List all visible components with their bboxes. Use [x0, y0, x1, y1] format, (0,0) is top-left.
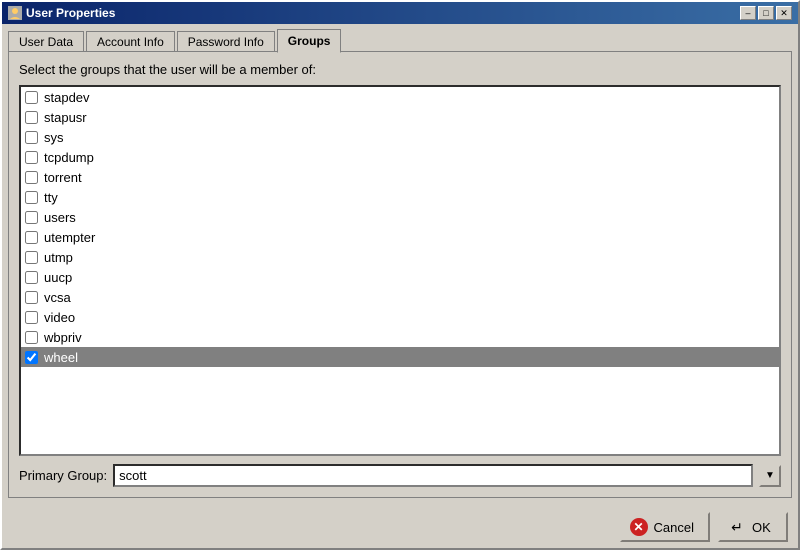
close-button[interactable]: ✕	[776, 6, 792, 20]
group-checkbox[interactable]	[25, 171, 38, 184]
window-title: User Properties	[26, 6, 115, 20]
list-item[interactable]: torrent	[21, 167, 779, 187]
maximize-button[interactable]: □	[758, 6, 774, 20]
primary-group-input[interactable]	[113, 464, 753, 487]
ok-button[interactable]: ↵ OK	[718, 512, 788, 542]
button-row: ✕ Cancel ↵ OK	[2, 504, 798, 548]
group-checkbox[interactable]	[25, 271, 38, 284]
tab-account-info[interactable]: Account Info	[86, 31, 175, 53]
list-item[interactable]: wheel	[21, 347, 779, 367]
ok-icon: ↵	[728, 518, 746, 536]
primary-group-label: Primary Group:	[19, 468, 107, 483]
cancel-label: Cancel	[654, 520, 694, 535]
list-item[interactable]: video	[21, 307, 779, 327]
ok-label: OK	[752, 520, 771, 535]
group-checkbox[interactable]	[25, 351, 38, 364]
group-name: utmp	[44, 250, 73, 265]
group-name: video	[44, 310, 75, 325]
group-checkbox[interactable]	[25, 291, 38, 304]
title-bar: User Properties – □ ✕	[2, 2, 798, 24]
group-checkbox[interactable]	[25, 191, 38, 204]
primary-group-dropdown[interactable]: ▼	[759, 465, 781, 487]
main-content: User Data Account Info Password Info Gro…	[2, 24, 798, 504]
list-item[interactable]: tcpdump	[21, 147, 779, 167]
tab-password-info[interactable]: Password Info	[177, 31, 275, 53]
minimize-button[interactable]: –	[740, 6, 756, 20]
list-item[interactable]: tty	[21, 187, 779, 207]
group-name: tty	[44, 190, 58, 205]
group-checkbox[interactable]	[25, 91, 38, 104]
cancel-icon: ✕	[630, 518, 648, 536]
user-properties-window: User Properties – □ ✕ User Data Account …	[0, 0, 800, 550]
group-checkbox[interactable]	[25, 131, 38, 144]
list-item[interactable]: uucp	[21, 267, 779, 287]
group-name: wbpriv	[44, 330, 82, 345]
list-item[interactable]: wbpriv	[21, 327, 779, 347]
primary-group-row: Primary Group: ▼	[19, 464, 781, 487]
group-checkbox[interactable]	[25, 151, 38, 164]
list-item[interactable]: utempter	[21, 227, 779, 247]
group-name: sys	[44, 130, 64, 145]
cancel-button[interactable]: ✕ Cancel	[620, 512, 710, 542]
groups-tab-content: Select the groups that the user will be …	[8, 51, 792, 498]
group-checkbox[interactable]	[25, 211, 38, 224]
group-checkbox[interactable]	[25, 111, 38, 124]
window-icon	[8, 6, 22, 20]
group-name: utempter	[44, 230, 95, 245]
group-name: torrent	[44, 170, 82, 185]
list-item[interactable]: stapdev	[21, 87, 779, 107]
group-checkbox[interactable]	[25, 331, 38, 344]
list-item[interactable]: vcsa	[21, 287, 779, 307]
list-item[interactable]: users	[21, 207, 779, 227]
group-name: wheel	[44, 350, 78, 365]
group-checkbox[interactable]	[25, 251, 38, 264]
group-checkbox[interactable]	[25, 231, 38, 244]
list-item[interactable]: sys	[21, 127, 779, 147]
tab-bar: User Data Account Info Password Info Gro…	[8, 28, 792, 52]
instruction-text: Select the groups that the user will be …	[19, 62, 781, 77]
list-item[interactable]: utmp	[21, 247, 779, 267]
dropdown-arrow-icon: ▼	[765, 470, 775, 481]
group-name: tcpdump	[44, 150, 94, 165]
title-buttons: – □ ✕	[740, 6, 792, 20]
group-name: stapdev	[44, 90, 90, 105]
group-name: uucp	[44, 270, 72, 285]
list-item[interactable]: stapusr	[21, 107, 779, 127]
tab-groups[interactable]: Groups	[277, 29, 342, 53]
groups-list[interactable]: stapdev stapusr sys tcpdump torrent tty users u…	[19, 85, 781, 456]
group-checkbox[interactable]	[25, 311, 38, 324]
group-name: vcsa	[44, 290, 71, 305]
group-name: stapusr	[44, 110, 87, 125]
group-name: users	[44, 210, 76, 225]
title-bar-left: User Properties	[8, 6, 115, 20]
tab-user-data[interactable]: User Data	[8, 31, 84, 53]
